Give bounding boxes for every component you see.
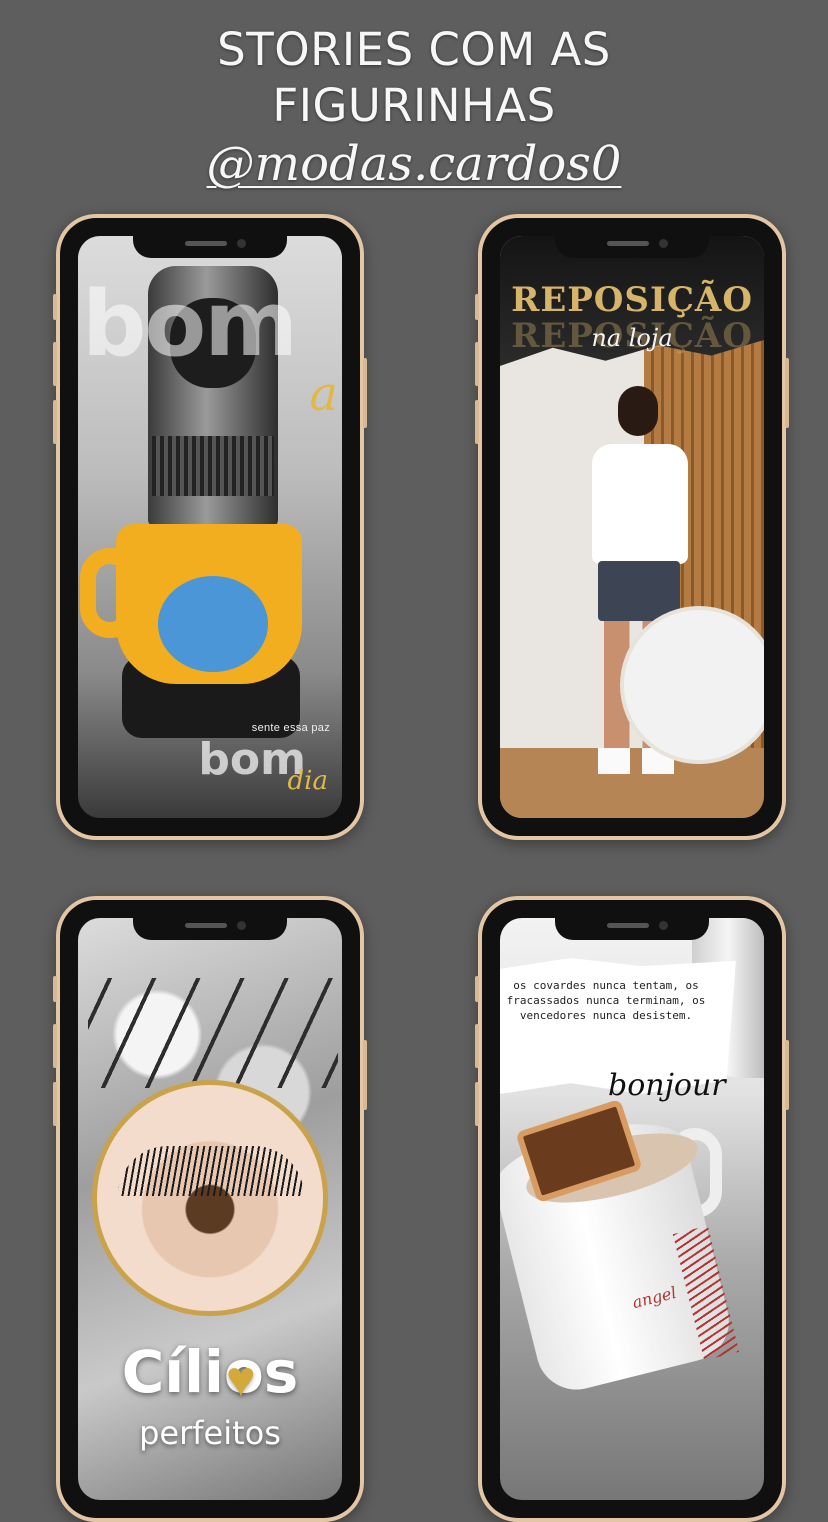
detail-circle-photo — [620, 606, 764, 764]
phone-bezel: bom a sente essa paz bom dia — [60, 218, 360, 836]
speaker — [607, 241, 649, 246]
phone-notch — [133, 914, 287, 940]
bg-script: a — [309, 366, 338, 422]
mug-face-sticker — [158, 576, 268, 672]
story-subtitle: na loja — [591, 324, 673, 352]
heart-icon: ♥ — [226, 1351, 256, 1407]
speaker — [185, 923, 227, 928]
side-button — [475, 400, 479, 444]
header: STORIES COM AS FIGURINHAS @modas.cardos0 — [0, 22, 828, 192]
phone-bezel: Cílios ♥ perfeitos — [60, 900, 360, 1518]
side-button — [785, 1040, 789, 1110]
story-title: REPOSIÇÃO — [511, 280, 753, 320]
speaker — [185, 241, 227, 246]
story-phone-bom-dia[interactable]: bom a sente essa paz bom dia — [53, 214, 367, 840]
side-button — [53, 400, 57, 444]
story-screen: os covardes nunca tentam, os fracassados… — [500, 918, 764, 1500]
camera-icon — [659, 239, 668, 248]
side-button — [475, 342, 479, 386]
story-title: Cílios — [121, 1338, 299, 1406]
story-screen: REPOSIÇÃO REPOSIÇÃO na loja — [500, 236, 764, 818]
story-phone-cilios[interactable]: Cílios ♥ perfeitos — [53, 896, 367, 1522]
story-phone-reposicao[interactable]: REPOSIÇÃO REPOSIÇÃO na loja — [475, 214, 789, 840]
phone-notch — [133, 232, 287, 258]
story-screen: Cílios ♥ perfeitos — [78, 918, 342, 1500]
phone-bezel: os covardes nunca tentam, os fracassados… — [482, 900, 782, 1518]
story-subtitle: perfeitos — [139, 1414, 281, 1452]
eye-circle-photo — [92, 1080, 328, 1316]
camera-icon — [237, 921, 246, 930]
side-button — [475, 976, 479, 1002]
lashes — [118, 1146, 304, 1196]
phone-notch — [555, 232, 709, 258]
quote-text: os covardes nunca tentam, os fracassados… — [506, 979, 706, 1022]
title-line-2: FIGURINHAS — [272, 79, 556, 132]
profile-handle-link[interactable]: @modas.cardos0 — [207, 136, 622, 192]
camera-icon — [237, 239, 246, 248]
side-button — [53, 342, 57, 386]
side-button — [785, 358, 789, 428]
speaker — [607, 923, 649, 928]
side-button — [53, 1082, 57, 1126]
script-text: bonjour — [608, 1068, 726, 1103]
title-line-1: STORIES COM AS — [217, 23, 611, 76]
tweezers-image — [88, 978, 338, 1088]
caption-script: dia — [287, 766, 328, 796]
side-button — [363, 358, 367, 428]
caption-small: sente essa paz — [251, 722, 330, 734]
bg-word: bom — [82, 272, 298, 377]
model-shirt — [592, 444, 688, 564]
model-head — [618, 386, 658, 436]
side-button — [53, 976, 57, 1002]
side-button — [53, 294, 57, 320]
side-button — [53, 1024, 57, 1068]
story-phone-bonjour[interactable]: os covardes nunca tentam, os fracassados… — [475, 896, 789, 1522]
side-button — [475, 294, 479, 320]
side-button — [363, 1040, 367, 1110]
story-screen: bom a sente essa paz bom dia — [78, 236, 342, 818]
phone-bezel: REPOSIÇÃO REPOSIÇÃO na loja — [482, 218, 782, 836]
side-button — [475, 1024, 479, 1068]
phone-notch — [555, 914, 709, 940]
coffee-machine-grill — [152, 436, 274, 496]
side-button — [475, 1082, 479, 1126]
camera-icon — [659, 921, 668, 930]
